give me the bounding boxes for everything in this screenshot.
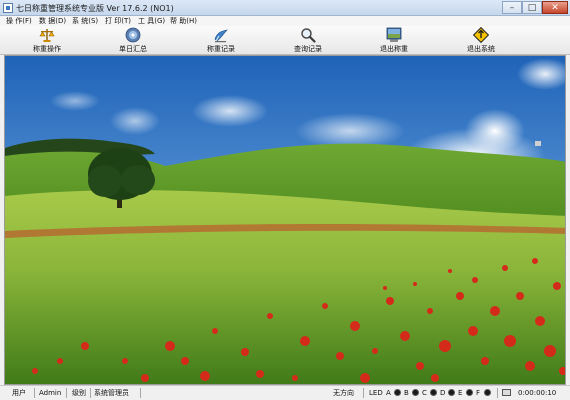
weighing-record-label: 称重记录 xyxy=(207,45,235,53)
scale-icon xyxy=(39,29,55,42)
menu-bar: 操 作(F) 数 据(D) 系 统(S) 打 印(T) 工 具(G) 帮 助(H… xyxy=(0,16,570,26)
exit-system-label: 退出系统 xyxy=(467,45,495,53)
status-bar: 用户 Admin 级别 系统管理员 无方向 LED A B C D E F 0:… xyxy=(0,385,570,400)
status-user-value: Admin xyxy=(39,389,62,397)
menu-print[interactable]: 打 印(T) xyxy=(105,16,131,26)
status-direction: 无方向 xyxy=(333,389,354,397)
weighing-operation-button[interactable]: 称重操作 xyxy=(12,26,82,55)
daily-summary-label: 单日汇总 xyxy=(119,45,147,53)
window-title: 七日称重管理系统专业版 Ver 17.6.2 (NO1) xyxy=(16,4,174,13)
weighing-record-button[interactable]: 称重记录 xyxy=(186,26,256,55)
led-letter-c: C xyxy=(422,389,427,397)
menu-help[interactable]: 帮 助(H) xyxy=(170,16,197,26)
status-divider xyxy=(497,388,498,398)
led-letter-f: F xyxy=(476,389,481,397)
title-bar: 七日称重管理系统专业版 Ver 17.6.2 (NO1) – □ ✕ xyxy=(0,0,570,16)
led-e-indicator xyxy=(466,389,473,396)
query-record-label: 查询记录 xyxy=(294,45,322,53)
daily-summary-button[interactable]: 单日汇总 xyxy=(98,26,168,55)
status-user-label: 用户 xyxy=(12,389,26,397)
menu-data[interactable]: 数 据(D) xyxy=(39,16,66,26)
close-button[interactable]: ✕ xyxy=(542,1,568,14)
exit-system-button[interactable]: 退出系统 xyxy=(446,26,516,55)
exit-system-sign-icon xyxy=(473,27,489,43)
led-letter-b: B xyxy=(404,389,409,397)
status-divider xyxy=(140,388,141,398)
maximize-button[interactable]: □ xyxy=(522,1,542,14)
weighing-record-icon xyxy=(214,29,228,43)
status-divider xyxy=(66,388,67,398)
summary-disc-icon xyxy=(125,27,141,43)
status-divider xyxy=(90,388,91,398)
led-label: LED xyxy=(369,389,383,397)
led-d-indicator xyxy=(448,389,455,396)
led-letter-e: E xyxy=(458,389,463,397)
led-letter-a: A xyxy=(386,389,391,397)
led-f-indicator xyxy=(484,389,491,396)
exit-weighing-screen-icon xyxy=(386,27,402,42)
menu-operation[interactable]: 操 作(F) xyxy=(6,16,32,26)
status-time: 0:00:00:10 xyxy=(518,389,557,397)
status-divider xyxy=(363,388,364,398)
led-letter-d: D xyxy=(440,389,446,397)
led-a-indicator xyxy=(394,389,401,396)
toolbar: 称重操作 单日汇总 称重记录 查询记录 退出称重 退出系统 xyxy=(0,26,570,55)
led-b-indicator xyxy=(412,389,419,396)
background-image xyxy=(4,55,566,385)
status-level-value: 系统管理员 xyxy=(94,389,129,397)
exit-weighing-button[interactable]: 退出称重 xyxy=(359,26,429,55)
status-level-label: 级别 xyxy=(72,389,86,397)
minimize-button[interactable]: – xyxy=(502,1,522,14)
landscape-picture xyxy=(5,56,565,384)
status-divider xyxy=(34,388,35,398)
keyboard-icon xyxy=(502,389,511,396)
led-c-indicator xyxy=(430,389,437,396)
weighing-operation-label: 称重操作 xyxy=(33,45,61,53)
menu-system[interactable]: 系 统(S) xyxy=(72,16,98,26)
query-record-button[interactable]: 查询记录 xyxy=(273,26,343,55)
app-icon[interactable] xyxy=(3,3,13,13)
exit-weighing-label: 退出称重 xyxy=(380,45,408,53)
menu-tools[interactable]: 工 具(G) xyxy=(138,16,165,26)
magnifier-icon xyxy=(301,28,316,43)
